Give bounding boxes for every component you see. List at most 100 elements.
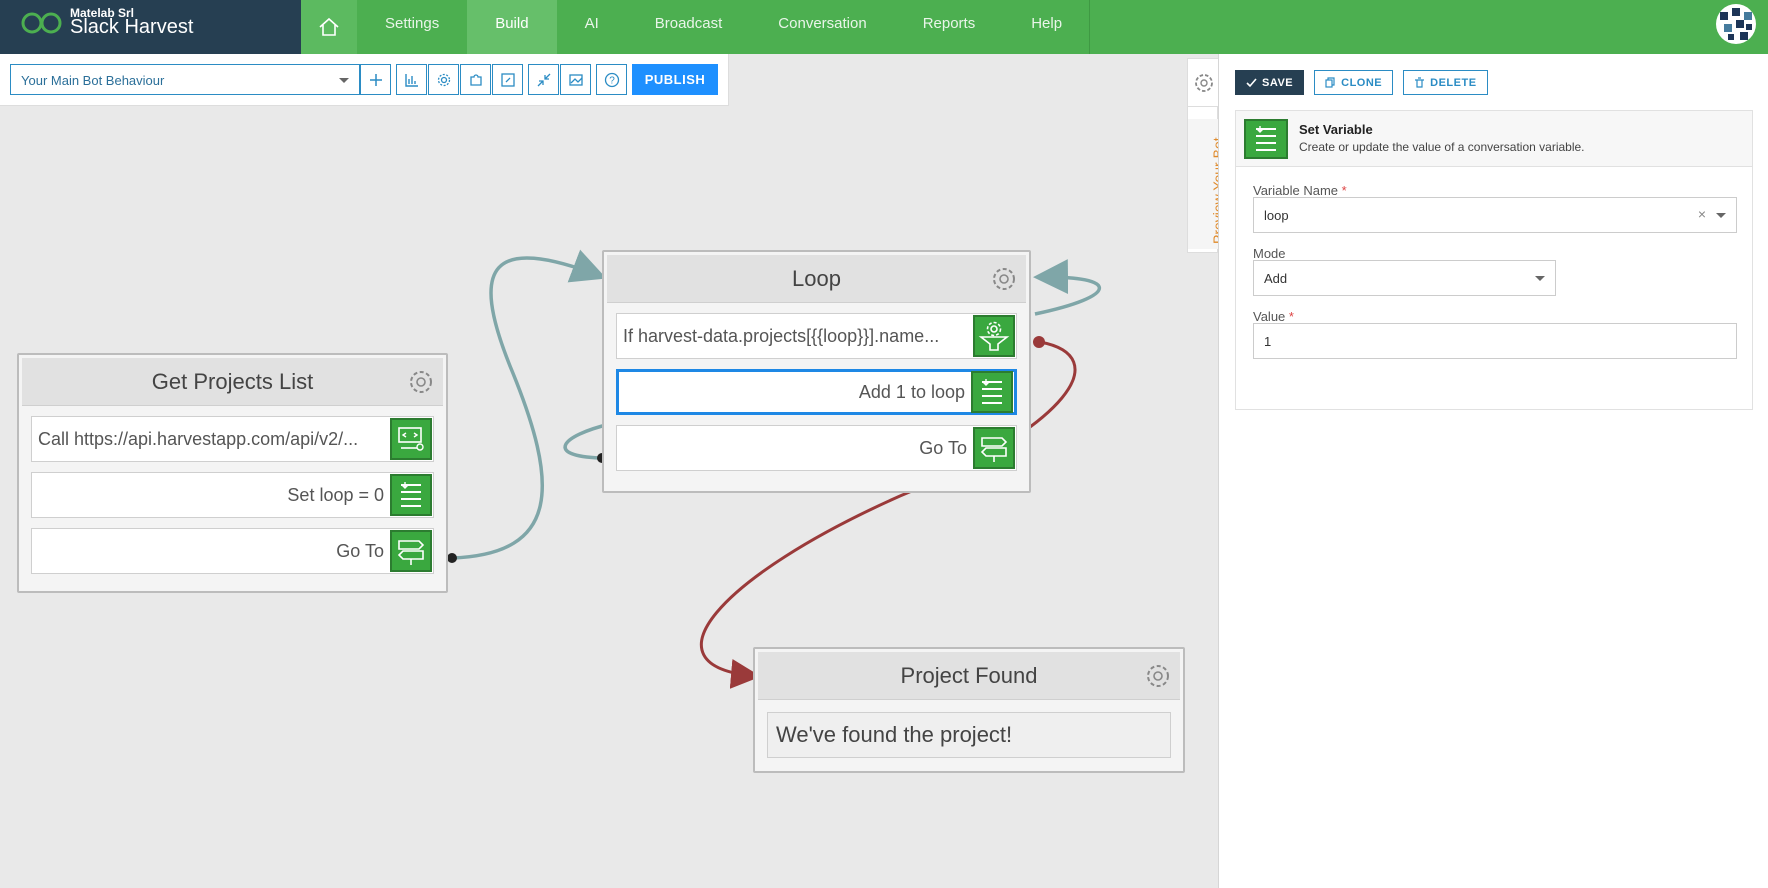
node-header: Get Projects List (22, 358, 443, 406)
help-button[interactable]: ? (596, 64, 627, 95)
action-text: Call https://api.harvestapp.com/api/v2/.… (38, 428, 359, 449)
required-mark: * (1288, 309, 1294, 324)
home-button[interactable] (301, 0, 357, 54)
infinity-logo-icon (21, 12, 62, 34)
condition-icon (973, 315, 1015, 357)
gear-icon (1194, 73, 1213, 92)
value-input-value: 1 (1264, 334, 1272, 349)
mode-label: Mode (1253, 246, 1286, 261)
mode-select[interactable]: Add (1253, 260, 1556, 296)
action-row-goto[interactable]: Go To (31, 528, 434, 574)
value-label: Value * (1253, 309, 1294, 324)
goto-sign-icon (390, 530, 432, 572)
save-button[interactable]: SAVE (1235, 70, 1305, 95)
stats-button[interactable] (396, 64, 427, 95)
action-text: Go To (336, 540, 384, 561)
set-variable-icon (971, 371, 1013, 413)
nav-build[interactable]: Build (467, 0, 557, 54)
editor-toolbar: Your Main Bot Behaviour ? PUBLISH (0, 54, 729, 106)
user-avatar[interactable] (1716, 4, 1756, 44)
delete-button[interactable]: DELETE (1403, 70, 1488, 95)
brand[interactable]: Matelab Srl Slack Harvest (0, 0, 301, 54)
card-title: Set Variable (1299, 122, 1373, 137)
plugins-button[interactable] (460, 64, 491, 95)
chevron-down-icon (339, 78, 349, 83)
add-icon (369, 73, 382, 86)
goto-sign-icon (973, 427, 1015, 469)
node-title: Project Found (900, 662, 1038, 688)
copy-icon (1325, 77, 1335, 88)
mode-label-text: Mode (1253, 246, 1286, 261)
gear-icon[interactable] (1144, 662, 1172, 690)
bot-behaviour-select[interactable]: Your Main Bot Behaviour (10, 64, 360, 95)
avatar-pattern-icon (1720, 8, 1752, 40)
gear-icon[interactable] (407, 368, 435, 396)
image-button[interactable] (560, 64, 591, 95)
node-header: Project Found (758, 652, 1180, 700)
nav-reports[interactable]: Reports (895, 0, 1004, 54)
action-row-add-to-loop[interactable]: Add 1 to loop (616, 369, 1017, 415)
collapse-button[interactable] (528, 64, 559, 95)
properties-panel: SAVE CLONE DELETE Set Variable Create or… (1218, 54, 1768, 888)
value-label-text: Value (1253, 309, 1286, 324)
set-variable-icon (390, 474, 432, 516)
panel-settings-button[interactable] (1188, 59, 1219, 107)
set-variable-icon (1244, 119, 1288, 159)
clone-button[interactable]: CLONE (1314, 70, 1394, 95)
card-header: Set Variable Create or update the value … (1236, 111, 1752, 167)
collapse-icon (537, 73, 550, 86)
edit-icon (500, 72, 515, 87)
node-header: Loop (607, 255, 1026, 303)
card-description: Create or update the value of a conversa… (1299, 140, 1585, 154)
edit-button[interactable] (492, 64, 523, 95)
connector-loop-self (1033, 259, 1102, 316)
api-call-icon (390, 418, 432, 460)
nav-broadcast[interactable]: Broadcast (627, 0, 751, 54)
panel-actions: SAVE CLONE DELETE (1235, 70, 1488, 95)
chevron-down-icon (1716, 213, 1726, 218)
puzzle-icon (469, 73, 482, 86)
chevron-down-icon (1535, 276, 1545, 281)
main-nav: Settings Build AI Broadcast Conversation… (357, 0, 1090, 54)
gear-icon[interactable] (990, 265, 1018, 293)
nav-ai[interactable]: AI (557, 0, 627, 54)
svg-text:?: ? (609, 75, 615, 86)
preview-bot-tab[interactable]: Preview Your Bot (1188, 119, 1226, 249)
variable-name-select[interactable]: loop × (1253, 197, 1737, 233)
nav-help[interactable]: Help (1003, 0, 1090, 54)
required-mark: * (1341, 183, 1347, 198)
variable-name-label-text: Variable Name (1253, 183, 1339, 198)
help-icon: ? (604, 72, 619, 87)
connector-goto-to-loop (451, 249, 607, 560)
node-get-projects-list[interactable]: Get Projects List Call https://api.harve… (17, 353, 448, 593)
nav-conversation[interactable]: Conversation (750, 0, 894, 54)
nav-settings[interactable]: Settings (357, 0, 467, 54)
action-row-condition[interactable]: If harvest-data.projects[{{loop}}].name.… (616, 313, 1017, 359)
action-row-goto[interactable]: Go To (616, 425, 1017, 471)
side-tab: Preview Your Bot (1187, 58, 1226, 253)
delete-label: DELETE (1430, 76, 1477, 89)
node-loop[interactable]: Loop If harvest-data.projects[{{loop}}].… (602, 250, 1031, 493)
action-row-api-call[interactable]: Call https://api.harvestapp.com/api/v2/.… (31, 416, 434, 462)
save-label: SAVE (1262, 76, 1294, 89)
node-project-found[interactable]: Project Found We've found the project! (753, 647, 1185, 773)
chart-icon (404, 73, 418, 87)
top-navigation-bar: Matelab Srl Slack Harvest Settings Build… (0, 0, 1768, 54)
clone-label: CLONE (1341, 76, 1383, 89)
action-row-set-variable[interactable]: Set loop = 0 (31, 472, 434, 518)
action-text: Add 1 to loop (858, 381, 965, 402)
action-text: If harvest-data.projects[{{loop}}].name.… (623, 325, 940, 346)
publish-button[interactable]: PUBLISH (632, 64, 718, 95)
add-block-button[interactable] (360, 64, 391, 95)
settings-button[interactable] (428, 64, 459, 95)
flow-canvas[interactable]: Get Projects List Call https://api.harve… (0, 106, 1218, 888)
clear-icon[interactable]: × (1698, 206, 1706, 222)
mode-value: Add (1264, 271, 1288, 286)
brand-product: Slack Harvest (70, 16, 194, 38)
bot-behaviour-select-value: Your Main Bot Behaviour (21, 73, 165, 88)
variable-name-value: loop (1264, 208, 1289, 223)
home-icon (319, 17, 339, 36)
node-title: Loop (792, 265, 841, 291)
value-input[interactable]: 1 (1253, 323, 1737, 359)
message-text[interactable]: We've found the project! (767, 712, 1171, 758)
